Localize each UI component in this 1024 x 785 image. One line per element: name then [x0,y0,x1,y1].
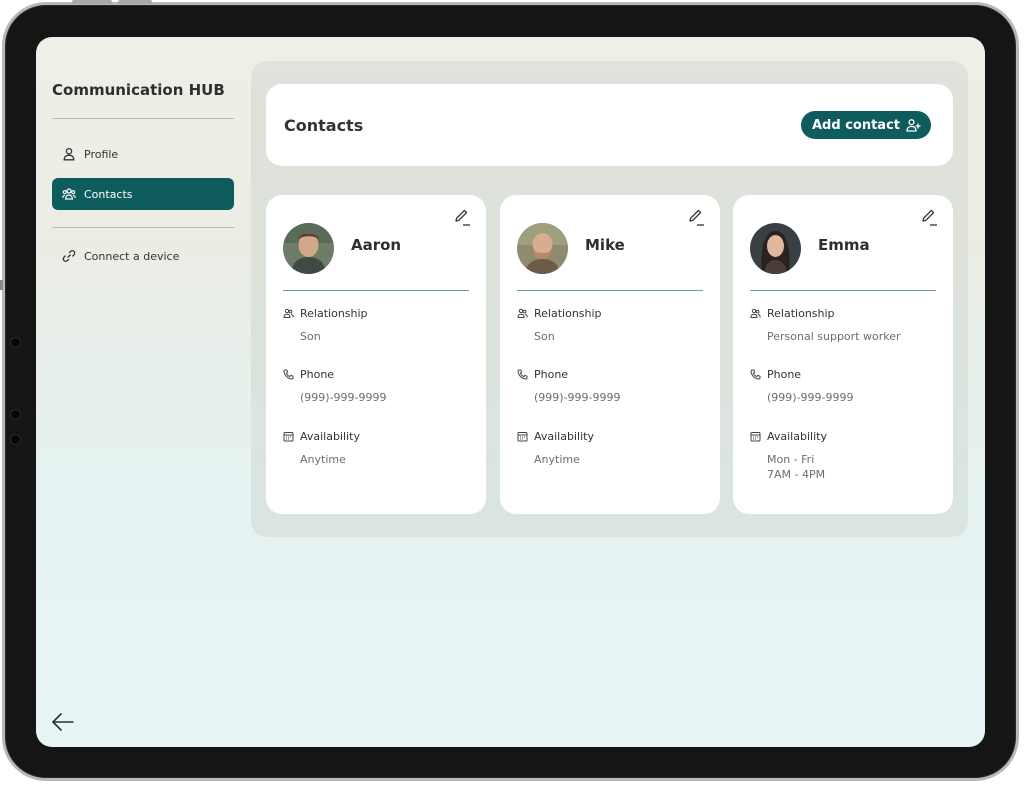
sidebar-item-label: Connect a device [84,249,180,263]
contact-name: Emma [818,236,870,254]
contacts-panel: Contacts Add contact Aaron Relationship … [251,61,968,537]
sidebar-divider [52,118,234,119]
camera-dot [10,337,21,348]
relationship-value: Son [534,330,555,343]
relationship-icon [750,308,761,318]
contact-name: Mike [585,236,625,254]
phone-icon [750,369,761,380]
side-notch [0,280,3,290]
phone-icon [517,369,528,380]
relationship-icon [517,308,528,318]
sidebar-item-label: Contacts [84,187,133,201]
app-title: Communication HUB [52,81,225,99]
calendar-icon [283,432,294,442]
page-title: Contacts [284,116,364,135]
calendar-icon [750,432,761,442]
contact-name: Aaron [351,236,402,254]
edit-pencil-icon[interactable] [453,208,471,226]
sensor-dot [10,434,21,445]
avatar [283,223,334,274]
back-arrow-icon[interactable] [50,709,76,735]
availability-label: Availability [283,430,360,443]
power-button [118,0,152,4]
card-divider [283,290,469,291]
avatar [750,223,801,274]
avatar [517,223,568,274]
relationship-label: Relationship [517,307,602,320]
relationship-label: Relationship [750,307,835,320]
availability-value: Anytime [300,453,346,466]
add-person-icon [906,118,921,132]
relationship-value: Son [300,330,321,343]
availability-value: Anytime [534,453,580,466]
relationship-value: Personal support worker [767,330,901,343]
phone-label: Phone [283,368,334,381]
phone-value: (999)-999-9999 [767,391,854,404]
edit-pencil-icon[interactable] [920,208,938,226]
add-contact-button[interactable]: Add contact [801,111,931,139]
calendar-icon [517,432,528,442]
volume-button [72,0,112,4]
availability-label: Availability [517,430,594,443]
availability-value: Mon - Fri 7AM - 4PM [767,453,826,481]
phone-value: (999)-999-9999 [300,391,387,404]
group-icon [62,187,76,201]
edit-pencil-icon[interactable] [687,208,705,226]
sidebar-divider [52,227,234,228]
phone-value: (999)-999-9999 [534,391,621,404]
contact-card[interactable]: Emma Relationship Personal support worke… [733,195,953,514]
phone-label: Phone [517,368,568,381]
contact-card[interactable]: Mike Relationship Son Phone (999)-999-99… [500,195,720,514]
contacts-header: Contacts Add contact [266,84,953,166]
app-screen: Communication HUB Profile Contacts Conne… [36,37,985,747]
sensor-dot [10,409,21,420]
availability-label: Availability [750,430,827,443]
sidebar-item-connect-device[interactable]: Connect a device [52,240,234,272]
sidebar-item-label: Profile [84,147,119,161]
card-divider [750,290,936,291]
phone-label: Phone [750,368,801,381]
person-icon [62,147,76,161]
sidebar-item-contacts[interactable]: Contacts [52,178,234,210]
card-divider [517,290,703,291]
add-contact-label: Add contact [812,117,900,133]
contact-card[interactable]: Aaron Relationship Son Phone (999)-999-9… [266,195,486,514]
phone-icon [283,369,294,380]
relationship-label: Relationship [283,307,368,320]
sidebar-item-profile[interactable]: Profile [52,138,234,170]
link-icon [62,249,76,263]
relationship-icon [283,308,294,318]
